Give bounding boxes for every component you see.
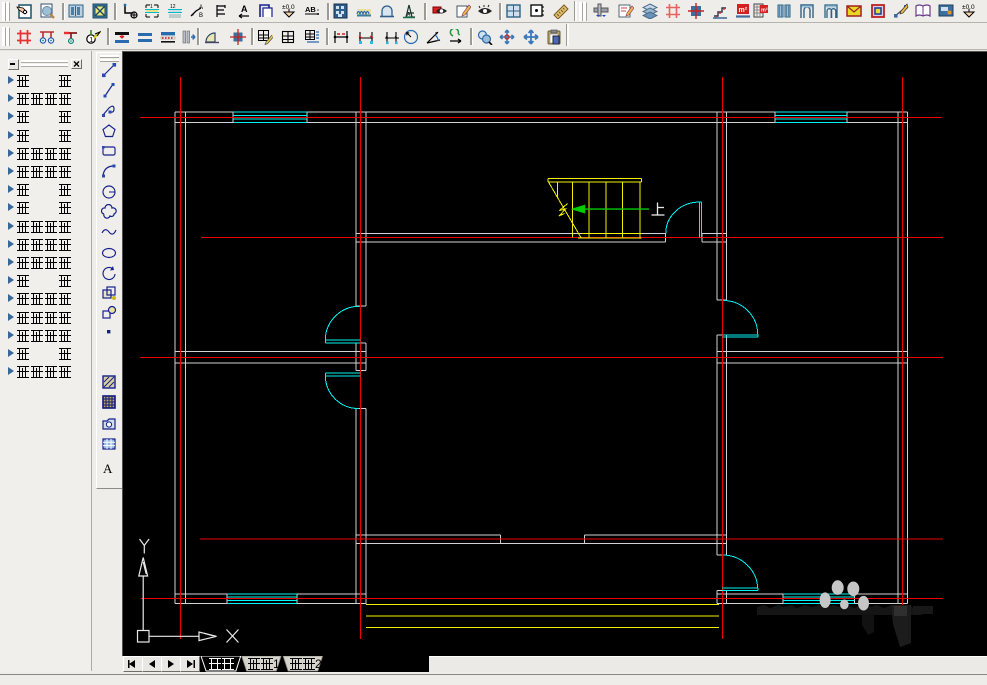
svg-text:B: B bbox=[199, 13, 203, 19]
svg-text:1: 1 bbox=[89, 37, 93, 44]
svg-text:A: A bbox=[199, 5, 203, 11]
svg-text:12: 12 bbox=[170, 4, 176, 10]
svg-text:AB: AB bbox=[305, 5, 316, 14]
svg-text:m²: m² bbox=[739, 7, 748, 14]
svg-text:A: A bbox=[241, 4, 248, 14]
svg-text:±0.0: ±0.0 bbox=[962, 4, 975, 11]
svg-text:m²: m² bbox=[761, 7, 768, 14]
svg-text:A: A bbox=[103, 461, 113, 476]
svg-text:1: 1 bbox=[150, 4, 153, 10]
svg-text:±0.0: ±0.0 bbox=[282, 4, 295, 11]
